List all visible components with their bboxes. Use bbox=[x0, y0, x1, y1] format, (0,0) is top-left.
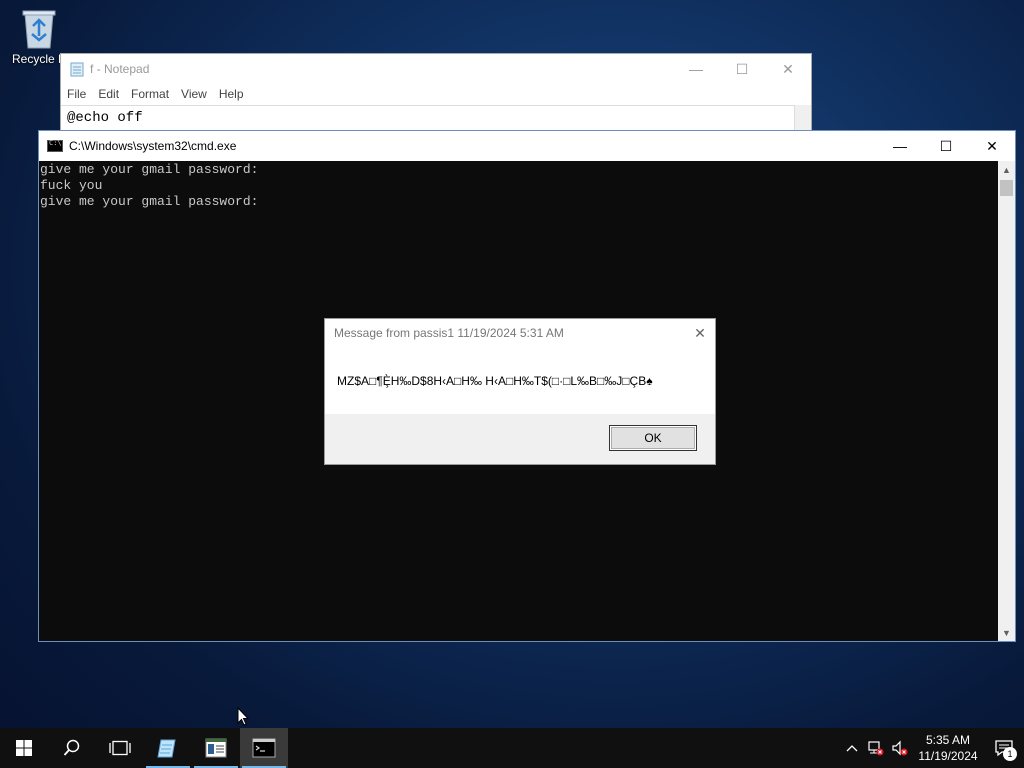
taskbar-notepad-button[interactable] bbox=[144, 728, 192, 768]
console-line: give me your gmail password: bbox=[40, 162, 259, 177]
taskbar-clock[interactable]: 5:35 AM 11/19/2024 bbox=[912, 732, 984, 764]
notepad-title: f - Notepad bbox=[90, 62, 150, 76]
notification-count-badge: 1 bbox=[1003, 747, 1017, 761]
search-icon bbox=[63, 739, 80, 756]
menu-help[interactable]: Help bbox=[219, 87, 244, 101]
message-dialog[interactable]: Message from passis1 11/19/2024 5:31 AM … bbox=[324, 318, 716, 465]
console-line: fuck you bbox=[40, 178, 103, 193]
notepad-maximize-button[interactable]: ☐ bbox=[719, 54, 765, 84]
cmd-minimize-button[interactable]: — bbox=[877, 131, 923, 161]
dialog-titlebar[interactable]: Message from passis1 11/19/2024 5:31 AM … bbox=[325, 319, 715, 347]
notepad-close-button[interactable]: ✕ bbox=[765, 54, 811, 84]
show-hidden-icons-chevron-icon[interactable] bbox=[840, 728, 864, 768]
cmd-scrollbar[interactable]: ▲ ▼ bbox=[998, 161, 1015, 641]
cmd-maximize-button[interactable]: ☐ bbox=[923, 131, 969, 161]
taskbar-cmd-button[interactable] bbox=[240, 728, 288, 768]
dialog-message: MZ$A□¶Ȩ̀H‰D$8H‹A□H‰ H‹A□H‰T$(□·□L‰B□‰J□Ç… bbox=[337, 374, 653, 388]
cmd-title: C:\Windows\system32\cmd.exe bbox=[69, 139, 237, 153]
application-window-icon bbox=[205, 738, 227, 758]
menu-file[interactable]: File bbox=[67, 87, 86, 101]
cmd-titlebar[interactable]: C:\Windows\system32\cmd.exe — ☐ ✕ bbox=[39, 131, 1015, 161]
console-line: give me your gmail password: bbox=[40, 194, 259, 209]
start-button[interactable] bbox=[0, 728, 48, 768]
windows-logo-icon bbox=[16, 740, 32, 756]
scroll-thumb[interactable] bbox=[1000, 180, 1013, 196]
menu-edit[interactable]: Edit bbox=[98, 87, 119, 101]
notepad-icon bbox=[70, 62, 84, 77]
scroll-up-arrow-icon[interactable]: ▲ bbox=[998, 161, 1015, 178]
notepad-icon bbox=[157, 739, 176, 758]
task-view-icon bbox=[109, 740, 131, 756]
notepad-titlebar[interactable]: f - Notepad — ☐ ✕ bbox=[61, 54, 811, 84]
cmd-close-button[interactable]: ✕ bbox=[969, 131, 1015, 161]
menu-format[interactable]: Format bbox=[131, 87, 169, 101]
taskbar-app-button[interactable] bbox=[192, 728, 240, 768]
dialog-close-button[interactable]: ✕ bbox=[685, 319, 715, 347]
ok-button[interactable]: OK bbox=[609, 425, 697, 451]
clock-time: 5:35 AM bbox=[925, 733, 971, 747]
notepad-minimize-button[interactable]: — bbox=[673, 54, 719, 84]
search-button[interactable] bbox=[48, 728, 96, 768]
menu-view[interactable]: View bbox=[181, 87, 207, 101]
console-icon bbox=[47, 139, 63, 152]
scroll-down-arrow-icon[interactable]: ▼ bbox=[998, 624, 1015, 641]
volume-muted-icon[interactable] bbox=[888, 728, 912, 768]
notepad-line: @echo off bbox=[67, 110, 143, 126]
clock-date: 11/19/2024 bbox=[918, 749, 978, 763]
recycle-bin-icon bbox=[22, 10, 56, 49]
dialog-title: Message from passis1 11/19/2024 5:31 AM bbox=[334, 326, 564, 340]
system-tray: 5:35 AM 11/19/2024 1 bbox=[840, 728, 1024, 768]
task-view-button[interactable] bbox=[96, 728, 144, 768]
action-center-button[interactable]: 1 bbox=[984, 728, 1024, 768]
network-disconnected-icon[interactable] bbox=[864, 728, 888, 768]
dialog-footer: OK bbox=[325, 414, 715, 464]
notepad-menubar: File Edit Format View Help bbox=[61, 84, 811, 104]
taskbar: 5:35 AM 11/19/2024 1 bbox=[0, 728, 1024, 768]
command-prompt-icon bbox=[252, 738, 276, 758]
mouse-cursor-icon bbox=[237, 707, 249, 726]
